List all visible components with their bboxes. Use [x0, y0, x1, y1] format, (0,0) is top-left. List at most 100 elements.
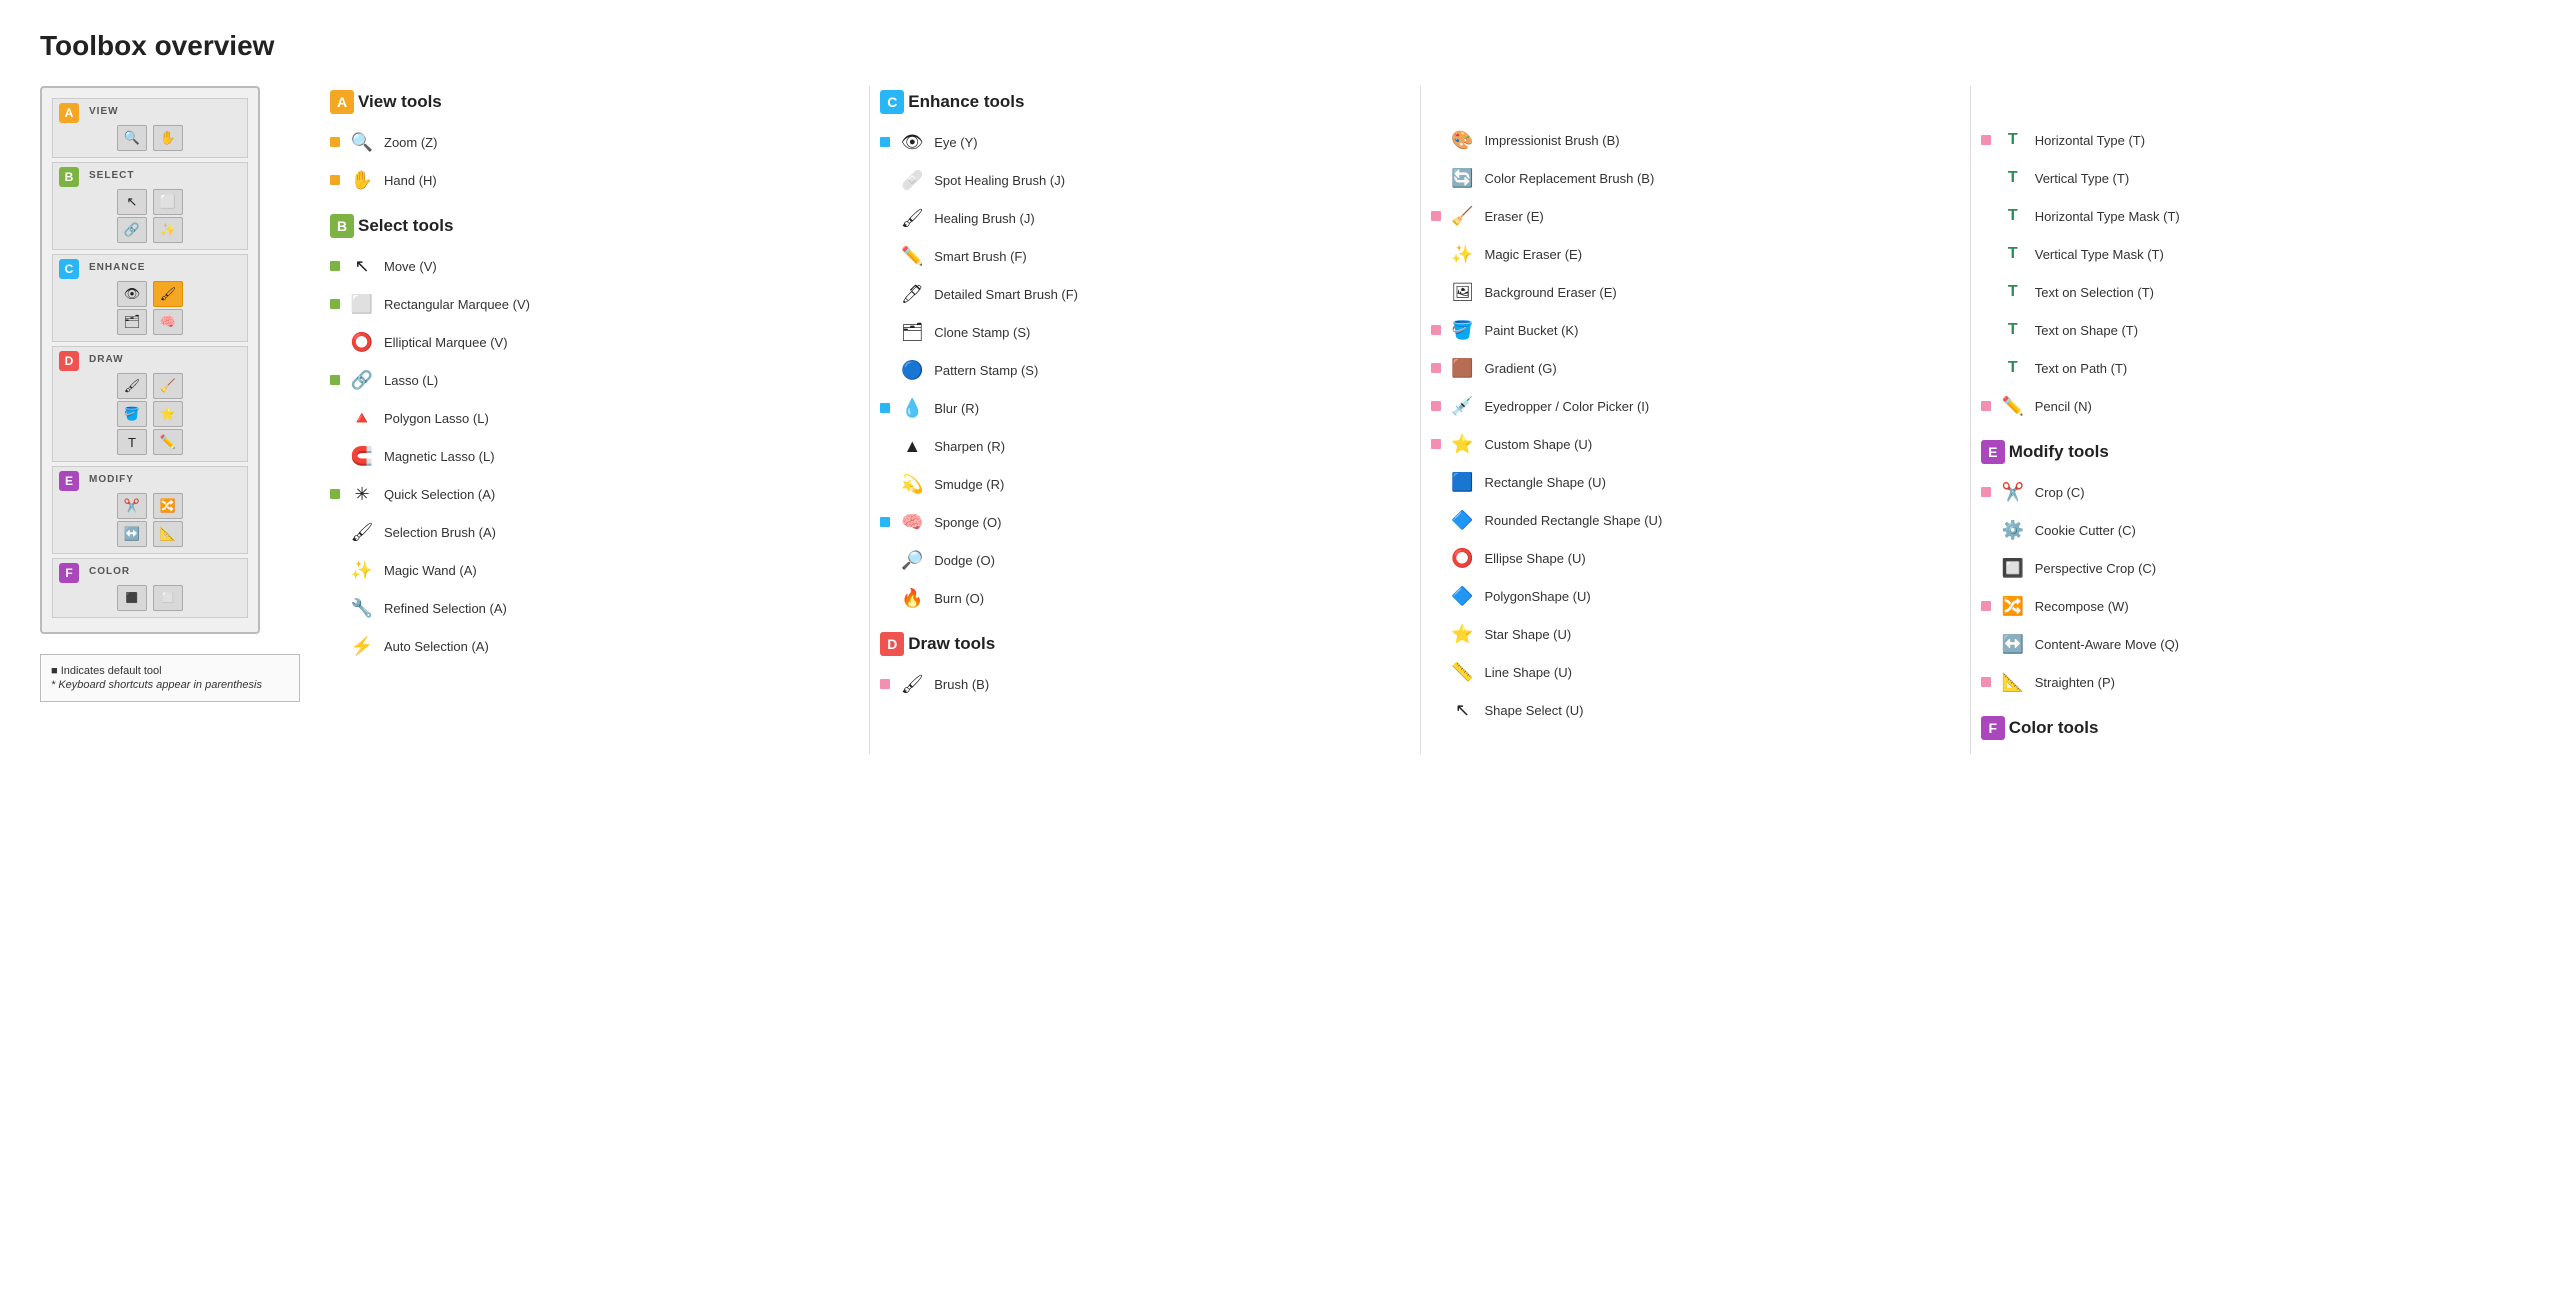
zoom-tool-btn[interactable]: 🔍 [117, 125, 147, 151]
dot-detailed-smart-brush [880, 289, 890, 299]
page-title: Toolbox overview [40, 30, 2520, 62]
pencil-btn[interactable]: ✏️ [153, 429, 183, 455]
badge-d: D [59, 351, 79, 371]
badge-c: C [59, 259, 79, 279]
icon-heal-brush: 🖌 [898, 204, 926, 232]
label-paint-bucket: Paint Bucket (K) [1485, 323, 1579, 338]
dot-content-aware-move [1981, 639, 1991, 649]
dot-recompose [1981, 601, 1991, 611]
icon-dodge: 🔎 [898, 546, 926, 574]
label-shape-select: Shape Select (U) [1485, 703, 1584, 718]
label-ellip-marquee: Elliptical Marquee (V) [384, 335, 508, 350]
label-rect-marquee: Rectangular Marquee (V) [384, 297, 530, 312]
marquee-tool-btn[interactable]: ⬜ [153, 189, 183, 215]
icon-ellip-marquee: ⭕ [348, 328, 376, 356]
recompose-btn[interactable]: 🔀 [153, 493, 183, 519]
content-aware-btn[interactable]: ↔️ [117, 521, 147, 547]
brain-tool-btn[interactable]: 🧠 [153, 309, 183, 335]
label-star-shape: Star Shape (U) [1485, 627, 1572, 642]
tool-ellip-marquee: ⭕ Elliptical Marquee (V) [330, 328, 859, 356]
healing-tool-btn[interactable]: 🖌 [153, 281, 183, 307]
label-eye: Eye (Y) [934, 135, 977, 150]
eraser-btn[interactable]: 🧹 [153, 373, 183, 399]
dot-paint-bucket [1431, 325, 1441, 335]
label-straighten: Straighten (P) [2035, 675, 2115, 690]
lasso-tool-btn[interactable]: 🔗 [117, 217, 147, 243]
tool-eyedropper: 💉 Eyedropper / Color Picker (I) [1431, 392, 1960, 420]
tool-hand: ✋ Hand (H) [330, 166, 859, 194]
icon-impressionist: 🎨 [1449, 126, 1477, 154]
tool-eye: 👁 Eye (Y) [880, 128, 1409, 156]
icon-vert-type: T [1999, 164, 2027, 192]
magic-wand-btn[interactable]: ✨ [153, 217, 183, 243]
toolbox-draw-section: D DRAW 🖌 🧹 🪣 ⭐ T ✏️ [52, 346, 248, 462]
label-polygon-shape: PolygonShape (U) [1485, 589, 1591, 604]
bucket-btn[interactable]: 🪣 [117, 401, 147, 427]
dot-refined-sel [330, 603, 340, 613]
color-badge-f: F [1981, 716, 2005, 740]
label-magic-wand: Magic Wand (A) [384, 563, 477, 578]
type-btn[interactable]: T [117, 429, 147, 455]
label-quick-sel: Quick Selection (A) [384, 487, 495, 502]
clone-stamp-btn[interactable]: 🗂 [117, 309, 147, 335]
badge-a: A [59, 103, 79, 123]
dot-color-replace [1431, 173, 1441, 183]
label-persp-crop: Perspective Crop (C) [2035, 561, 2156, 576]
eye-tool-btn[interactable]: 👁 [117, 281, 147, 307]
icon-quick-sel: ✳ [348, 480, 376, 508]
tool-cookie-cutter: ⚙️ Cookie Cutter (C) [1981, 516, 2510, 544]
icon-move: ↖ [348, 252, 376, 280]
tool-text-on-sel: T Text on Selection (T) [1981, 278, 2510, 306]
shape-btn[interactable]: ⭐ [153, 401, 183, 427]
icon-rounded-rect: 🔷 [1449, 506, 1477, 534]
icon-text-on-shape: T [1999, 316, 2027, 344]
label-blur: Blur (R) [934, 401, 979, 416]
col-type-modify-color: T Horizontal Type (T) T Vertical Type (T… [1971, 86, 2520, 754]
modify-badge-e: E [1981, 440, 2005, 464]
icon-polygon-shape: 🔷 [1449, 582, 1477, 610]
icon-paint-bucket: 🪣 [1449, 316, 1477, 344]
icon-lasso: 🔗 [348, 366, 376, 394]
dot-move [330, 261, 340, 271]
label-rect-shape: Rectangle Shape (U) [1485, 475, 1606, 490]
tool-pattern-stamp: 🔵 Pattern Stamp (S) [880, 356, 1409, 384]
icon-cookie-cutter: ⚙️ [1999, 516, 2027, 544]
label-content-aware-move: Content-Aware Move (Q) [2035, 637, 2179, 652]
icon-eraser: 🧹 [1449, 202, 1477, 230]
dot-custom-shape [1431, 439, 1441, 449]
dot-brush [880, 679, 890, 689]
dot-straighten [1981, 677, 1991, 687]
label-impressionist: Impressionist Brush (B) [1485, 133, 1620, 148]
straighten-btn[interactable]: 📐 [153, 521, 183, 547]
bg-color-btn[interactable]: ⬜ [153, 585, 183, 611]
dot-ellipse-shape [1431, 553, 1441, 563]
dot-persp-crop [1981, 563, 1991, 573]
crop-btn[interactable]: ✂️ [117, 493, 147, 519]
toolbox-color-section: F COLOR ⬛ ⬜ [52, 558, 248, 618]
tool-vert-type-mask: T Vertical Type Mask (T) [1981, 240, 2510, 268]
icon-pattern-stamp: 🔵 [898, 356, 926, 384]
tool-bg-eraser: 🖼 Background Eraser (E) [1431, 278, 1960, 306]
label-gradient: Gradient (G) [1485, 361, 1557, 376]
dot-auto-sel [330, 641, 340, 651]
label-color-replace: Color Replacement Brush (B) [1485, 171, 1655, 186]
dot-poly-lasso [330, 413, 340, 423]
icon-eye: 👁 [898, 128, 926, 156]
fg-color-btn[interactable]: ⬛ [117, 585, 147, 611]
label-clone-stamp: Clone Stamp (S) [934, 325, 1030, 340]
tool-burn: 🔥 Burn (O) [880, 584, 1409, 612]
tool-blur: 💧 Blur (R) [880, 394, 1409, 422]
label-hand: Hand (H) [384, 173, 437, 188]
label-zoom: Zoom (Z) [384, 135, 437, 150]
dot-cookie-cutter [1981, 525, 1991, 535]
brush-btn[interactable]: 🖌 [117, 373, 147, 399]
hand-tool-btn[interactable]: ✋ [153, 125, 183, 151]
tool-poly-lasso: 🔺 Polygon Lasso (L) [330, 404, 859, 432]
dot-pencil [1981, 401, 1991, 411]
move-tool-btn[interactable]: ↖ [117, 189, 147, 215]
badge-b: B [59, 167, 79, 187]
icon-hand: ✋ [348, 166, 376, 194]
section-title-select: B Select tools [330, 214, 859, 238]
label-pencil: Pencil (N) [2035, 399, 2092, 414]
tool-pencil: ✏️ Pencil (N) [1981, 392, 2510, 420]
